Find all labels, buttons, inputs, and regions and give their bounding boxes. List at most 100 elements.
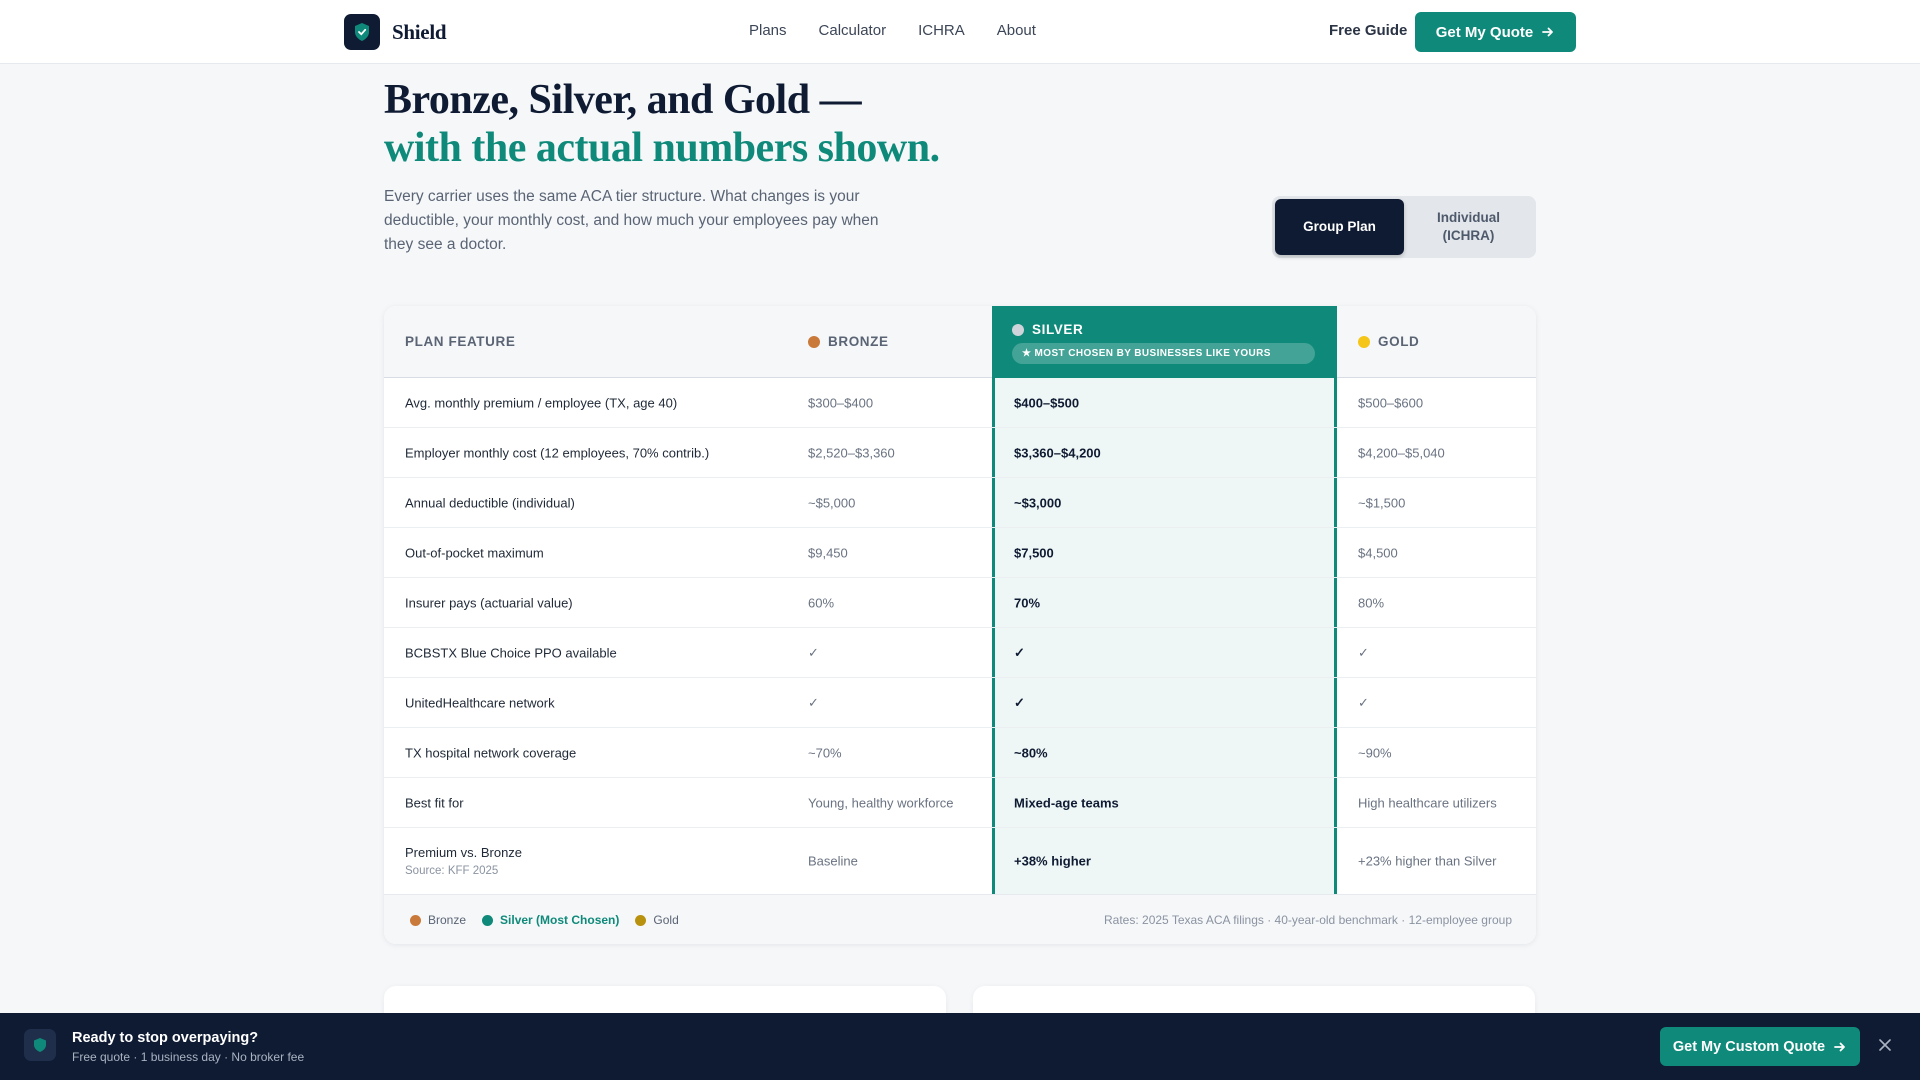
row-feature: Out-of-pocket maximum: [405, 545, 544, 560]
table-row: UnitedHealthcare network ✓ ✓ ✓: [384, 678, 1536, 728]
table-row: Premium vs. Bronze Source: KFF 2025 Base…: [384, 828, 1536, 894]
plan-comparison-table: PLAN FEATURE BRONZE GOLD SILVER ★ MOST C…: [384, 306, 1536, 944]
row-bronze-value: 60%: [808, 595, 835, 610]
legend-silver: Silver (Most Chosen): [482, 913, 619, 927]
table-row: Annual deductible (individual) ~$5,000 ~…: [384, 478, 1536, 528]
nav-link-about[interactable]: About: [997, 22, 1036, 39]
get-my-custom-quote-button[interactable]: Get My Custom Quote: [1660, 1027, 1860, 1066]
row-silver-value: 70%: [1014, 595, 1041, 610]
nav-links: Plans Calculator ICHRA About: [749, 22, 1036, 39]
header-silver-label: SILVER: [1032, 322, 1084, 337]
get-my-quote-label: Get My Quote: [1435, 23, 1534, 41]
legend-gold-label: Gold: [653, 913, 679, 927]
plan-type-toggle: Group Plan Individual (ICHRA): [1272, 196, 1536, 258]
toggle-group-plan[interactable]: Group Plan: [1275, 199, 1404, 255]
row-bronze-value: Baseline: [808, 853, 858, 869]
arrow-right-icon: [1834, 1042, 1846, 1051]
close-icon[interactable]: [1875, 1033, 1895, 1057]
silver-dot-icon: [482, 914, 494, 926]
row-silver-value: $3,360–$4,200: [1014, 445, 1101, 460]
bronze-dot-icon: [808, 335, 820, 348]
row-silver-value: $7,500: [1014, 545, 1054, 560]
row-silver-check-icon: ✓: [1014, 694, 1025, 710]
most-chosen-badge: ★ MOST CHOSEN BY BUSINESSES LIKE YOURS: [1012, 343, 1315, 364]
cta-button-label: Get My Custom Quote: [1672, 1038, 1826, 1055]
legend-silver-label: Silver (Most Chosen): [500, 913, 620, 927]
row-feature-wrap: Premium vs. Bronze Source: KFF 2025: [405, 845, 522, 877]
row-gold-value: $4,200–$5,040: [1358, 445, 1445, 460]
toggle-individual-ichra[interactable]: Individual (ICHRA): [1404, 199, 1533, 255]
row-bronze-value: ~$5,000: [808, 495, 856, 510]
cta-title: Ready to stop overpaying?: [72, 1030, 259, 1046]
arrow-right-icon: [1542, 27, 1554, 37]
silver-dot-icon: [1012, 323, 1024, 336]
row-silver-value: ~$3,000: [1014, 495, 1062, 510]
header-silver-label-wrap: SILVER: [1012, 322, 1083, 337]
toggle-individual-sublabel: (ICHRA): [1442, 228, 1495, 243]
row-silver-value: ~80%: [1014, 745, 1048, 760]
nav-link-plans[interactable]: Plans: [749, 22, 787, 39]
row-feature: Annual deductible (individual): [405, 495, 575, 510]
row-feature: UnitedHealthcare network: [405, 695, 555, 710]
bronze-dot-icon: [410, 914, 421, 926]
gold-dot-icon: [1358, 335, 1370, 348]
toggle-individual-label: Individual: [1436, 210, 1500, 225]
row-feature: Insurer pays (actuarial value): [405, 595, 573, 610]
table-row: TX hospital network coverage ~70% ~80% ~…: [384, 728, 1536, 778]
table-row: Out-of-pocket maximum $9,450 $7,500 $4,5…: [384, 528, 1536, 578]
top-navbar: Shield Plans Calculator ICHRA About Free…: [0, 0, 1920, 64]
shield-logo-icon: [344, 14, 380, 50]
row-bronze-value: $9,450: [808, 545, 848, 560]
row-bronze-value: $2,520–$3,360: [808, 445, 895, 460]
header-gold: GOLD: [1358, 334, 1419, 349]
row-feature: TX hospital network coverage: [405, 745, 577, 760]
logo-text: Shield: [392, 19, 447, 44]
get-my-quote-button[interactable]: Get My Quote: [1415, 12, 1576, 52]
rates-note: Rates: 2025 Texas ACA filings · 40-year-…: [1104, 913, 1512, 927]
table-row: Employer monthly cost (12 employees, 70%…: [384, 428, 1536, 478]
legend: Bronze Silver (Most Chosen) Gold: [410, 913, 679, 927]
table-row: Insurer pays (actuarial value) 60% 70% 8…: [384, 578, 1536, 628]
header-gold-label: GOLD: [1378, 334, 1420, 349]
row-feature: Best fit for: [405, 795, 464, 810]
legend-bronze: Bronze: [410, 913, 466, 927]
row-gold-value: ~90%: [1358, 745, 1392, 760]
row-gold-value: $500–$600: [1358, 395, 1424, 410]
row-bronze-check-icon: ✓: [808, 694, 819, 710]
gold-dot-icon: [635, 914, 647, 926]
row-gold-check-icon: ✓: [1358, 644, 1369, 660]
table-row: Best fit for Young, healthy workforce Mi…: [384, 778, 1536, 828]
logo[interactable]: Shield: [344, 14, 447, 50]
sticky-cta-bar: Ready to stop overpaying? Free quote · 1…: [0, 1013, 1920, 1080]
table-row: BCBSTX Blue Choice PPO available ✓ ✓ ✓: [384, 628, 1536, 678]
hero-description: Every carrier uses the same ACA tier str…: [384, 188, 879, 253]
row-feature-source: Source: KFF 2025: [405, 865, 499, 877]
nav-link-ichra[interactable]: ICHRA: [918, 22, 965, 39]
row-feature: BCBSTX Blue Choice PPO available: [405, 645, 617, 660]
page-title-line2: with the actual numbers shown.: [384, 125, 940, 171]
row-bronze-value: $300–$400: [808, 395, 874, 410]
row-gold-value: $4,500: [1358, 545, 1398, 560]
header-plan-feature: PLAN FEATURE: [405, 334, 516, 349]
row-silver-value: Mixed-age teams: [1014, 795, 1119, 810]
row-silver-value: +38% higher: [1014, 853, 1091, 869]
header-silver: SILVER ★ MOST CHOSEN BY BUSINESSES LIKE …: [992, 306, 1337, 378]
row-feature: Premium vs. Bronze: [405, 845, 523, 860]
row-bronze-value: Young, healthy workforce: [808, 795, 954, 810]
table-row: Avg. monthly premium / employee (TX, age…: [384, 378, 1536, 428]
row-gold-value: +23% higher than Silver: [1358, 853, 1497, 869]
table-header: PLAN FEATURE BRONZE GOLD: [384, 306, 1536, 378]
legend-gold: Gold: [635, 913, 679, 927]
row-gold-value: High healthcare utilizers: [1358, 795, 1497, 810]
row-silver-check-icon: ✓: [1014, 644, 1025, 660]
row-feature: Avg. monthly premium / employee (TX, age…: [405, 395, 678, 410]
row-bronze-value: ~70%: [808, 745, 842, 760]
row-silver-value: $400–$500: [1014, 395, 1080, 410]
free-guide-link[interactable]: Free Guide: [1329, 22, 1407, 39]
row-gold-check-icon: ✓: [1358, 694, 1369, 710]
nav-link-calculator[interactable]: Calculator: [819, 22, 887, 39]
table-footer: Bronze Silver (Most Chosen) Gold Rates: …: [384, 894, 1536, 944]
legend-bronze-label: Bronze: [428, 913, 467, 927]
page-title-line1: Bronze, Silver, and Gold —: [384, 77, 862, 123]
shield-icon: [24, 1029, 56, 1061]
